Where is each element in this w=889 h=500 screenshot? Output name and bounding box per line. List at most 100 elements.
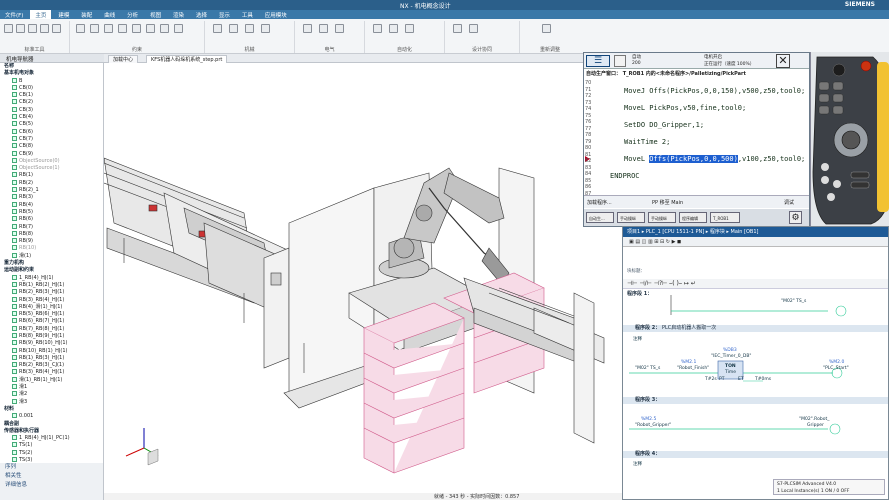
damper-icon[interactable] — [261, 24, 270, 33]
checkbox-icon[interactable] — [12, 194, 17, 200]
emergency-stop-icon[interactable] — [860, 60, 872, 72]
checkbox-icon[interactable] — [12, 376, 17, 382]
checkbox-icon[interactable] — [12, 289, 17, 295]
checkbox-icon[interactable] — [12, 325, 17, 331]
checkbox-icon[interactable] — [12, 384, 17, 390]
footer-dependency[interactable]: 相关性 — [0, 472, 103, 481]
checkbox-icon[interactable] — [12, 172, 17, 178]
object-sink-icon[interactable] — [118, 24, 127, 33]
tree-item[interactable]: RB(8) — [0, 230, 103, 238]
checkbox-icon[interactable] — [12, 238, 17, 244]
menu-select[interactable]: 选择 — [191, 10, 212, 19]
menu-curve[interactable]: 曲线 — [99, 10, 120, 19]
rigid-body-icon[interactable] — [76, 24, 85, 33]
3d-viewport[interactable] — [103, 63, 624, 493]
ladder-icons[interactable]: ⊣⊢ ⊣/⊢ ⊣?⊢ ⎯( )⎯ ↦ ↵ — [627, 280, 696, 288]
checkbox-icon[interactable] — [12, 201, 17, 207]
motion-mode-key-icon[interactable] — [832, 105, 844, 115]
tree-item[interactable]: CB(1) — [0, 92, 103, 99]
menu-file[interactable]: 文件(F) — [0, 10, 28, 19]
checkbox-icon[interactable] — [12, 340, 17, 346]
cam-icon[interactable] — [229, 24, 238, 33]
actuator-icon[interactable] — [319, 24, 328, 33]
menu-render[interactable]: 渲染 — [168, 10, 189, 19]
tree-item[interactable]: ObjectSource(1) — [0, 165, 103, 172]
tree-item[interactable]: 滑(1) — [0, 252, 103, 260]
tree-item[interactable]: CB(5) — [0, 121, 103, 128]
new-icon[interactable] — [4, 24, 13, 33]
tree-item[interactable]: RB(4) — [0, 201, 103, 209]
menu-app-modules[interactable]: 应用模块 — [260, 10, 292, 19]
start-icon[interactable] — [821, 176, 829, 184]
menu-assembly[interactable]: 装配 — [76, 10, 97, 19]
checkbox-icon[interactable] — [12, 187, 17, 193]
checkbox-icon[interactable] — [12, 398, 17, 404]
quickset-gear-icon[interactable]: ⚙ — [789, 211, 802, 224]
tree-item[interactable]: 滑1 — [0, 384, 103, 391]
checkbox-icon[interactable] — [12, 128, 17, 134]
tree-item[interactable]: 1_RB(4)_HJ(1)_PC(1) — [0, 435, 103, 442]
play-icon[interactable] — [40, 24, 49, 33]
checkbox-icon[interactable] — [12, 245, 17, 251]
tree-item[interactable]: RB(8)_RB(9)_HJ(1) — [0, 332, 103, 340]
network-2-header[interactable]: 程序段 2： PLC启动机器人搬取一次 — [623, 325, 888, 332]
tree-item[interactable]: CB(9) — [0, 150, 103, 158]
abb-menu-icon[interactable]: ☰ — [586, 55, 610, 67]
tree-item[interactable]: ObjectSource(0) — [0, 157, 103, 165]
operation-icon[interactable] — [373, 24, 382, 33]
task-jog-1[interactable]: 手动操纵 — [617, 212, 645, 223]
checkbox-icon[interactable] — [12, 114, 17, 120]
key-switch-icon[interactable] — [832, 63, 846, 77]
stop-button-icon[interactable] — [827, 193, 835, 201]
checkbox-icon[interactable] — [12, 369, 17, 375]
tree-item[interactable]: RB(4)_滑(1)_HJ(1) — [0, 303, 103, 311]
tree-group[interactable]: 基本机电对象 — [0, 70, 103, 77]
step-forward-icon[interactable] — [833, 180, 841, 188]
load-program-button[interactable]: 加载程序... — [587, 199, 612, 206]
tree-item[interactable]: RB(6) — [0, 216, 103, 223]
tree-item[interactable]: B — [0, 77, 103, 85]
menu-modeling[interactable]: 建模 — [53, 10, 74, 19]
footer-details[interactable]: 详细信息 — [0, 481, 103, 490]
import-icon[interactable] — [469, 24, 478, 33]
tree-item[interactable]: RB(5) — [0, 208, 103, 216]
checkbox-icon[interactable] — [12, 252, 17, 258]
tree-item[interactable]: RB(10) — [0, 245, 103, 252]
tree-item[interactable]: 滑2 — [0, 391, 103, 398]
checkbox-icon[interactable] — [12, 223, 17, 229]
footer-sequence[interactable]: 序列 — [0, 463, 103, 472]
tree-group[interactable]: 耦合副 — [0, 421, 103, 428]
checkbox-icon[interactable] — [12, 77, 17, 83]
tree-item[interactable]: 1_RB(4)_HJ(1) — [0, 274, 103, 282]
sensor-icon[interactable] — [303, 24, 312, 33]
checkbox-icon[interactable] — [12, 449, 17, 455]
tree-item[interactable]: CB(8) — [0, 143, 103, 150]
menu-view[interactable]: 视图 — [145, 10, 166, 19]
checkbox-icon[interactable] — [12, 296, 17, 302]
tree-item[interactable]: RB(2)_1 — [0, 187, 103, 194]
checkbox-icon[interactable] — [12, 457, 17, 463]
checkbox-icon[interactable] — [12, 165, 17, 171]
tree-item[interactable]: CB(3) — [0, 106, 103, 114]
enable-device-icon[interactable] — [877, 62, 889, 212]
tree-item[interactable]: TS(2) — [0, 449, 103, 457]
tree-item[interactable]: CB(0) — [0, 84, 103, 92]
gear-icon[interactable] — [213, 24, 222, 33]
task-program-editor[interactable]: 程序编辑 — [679, 212, 707, 223]
checkbox-icon[interactable] — [12, 92, 17, 98]
tree-item[interactable]: RB(2) — [0, 179, 103, 187]
runtime-icon[interactable] — [389, 24, 398, 33]
tree-item[interactable]: CB(7) — [0, 135, 103, 143]
coupler-icon[interactable] — [174, 24, 183, 33]
checkbox-icon[interactable] — [12, 208, 17, 214]
tab-load-center[interactable]: 加载中心 — [108, 55, 139, 63]
checkbox-icon[interactable] — [12, 442, 17, 448]
checkbox-icon[interactable] — [12, 413, 17, 419]
mech-unit-key-icon[interactable] — [818, 105, 830, 115]
tree-item[interactable]: RB(5)_RB(6)_HJ(1) — [0, 311, 103, 318]
pp-to-main-button[interactable]: PP 移至 Main — [652, 199, 683, 206]
checkbox-icon[interactable] — [12, 362, 17, 368]
plc-toolbar-icons[interactable]: ▣ ▤ ◫ ▥ ⊞ ⊟ ↻ ▶ ◼ — [629, 239, 681, 245]
stop-icon[interactable] — [52, 24, 61, 33]
sliding-joint-icon[interactable] — [146, 24, 155, 33]
